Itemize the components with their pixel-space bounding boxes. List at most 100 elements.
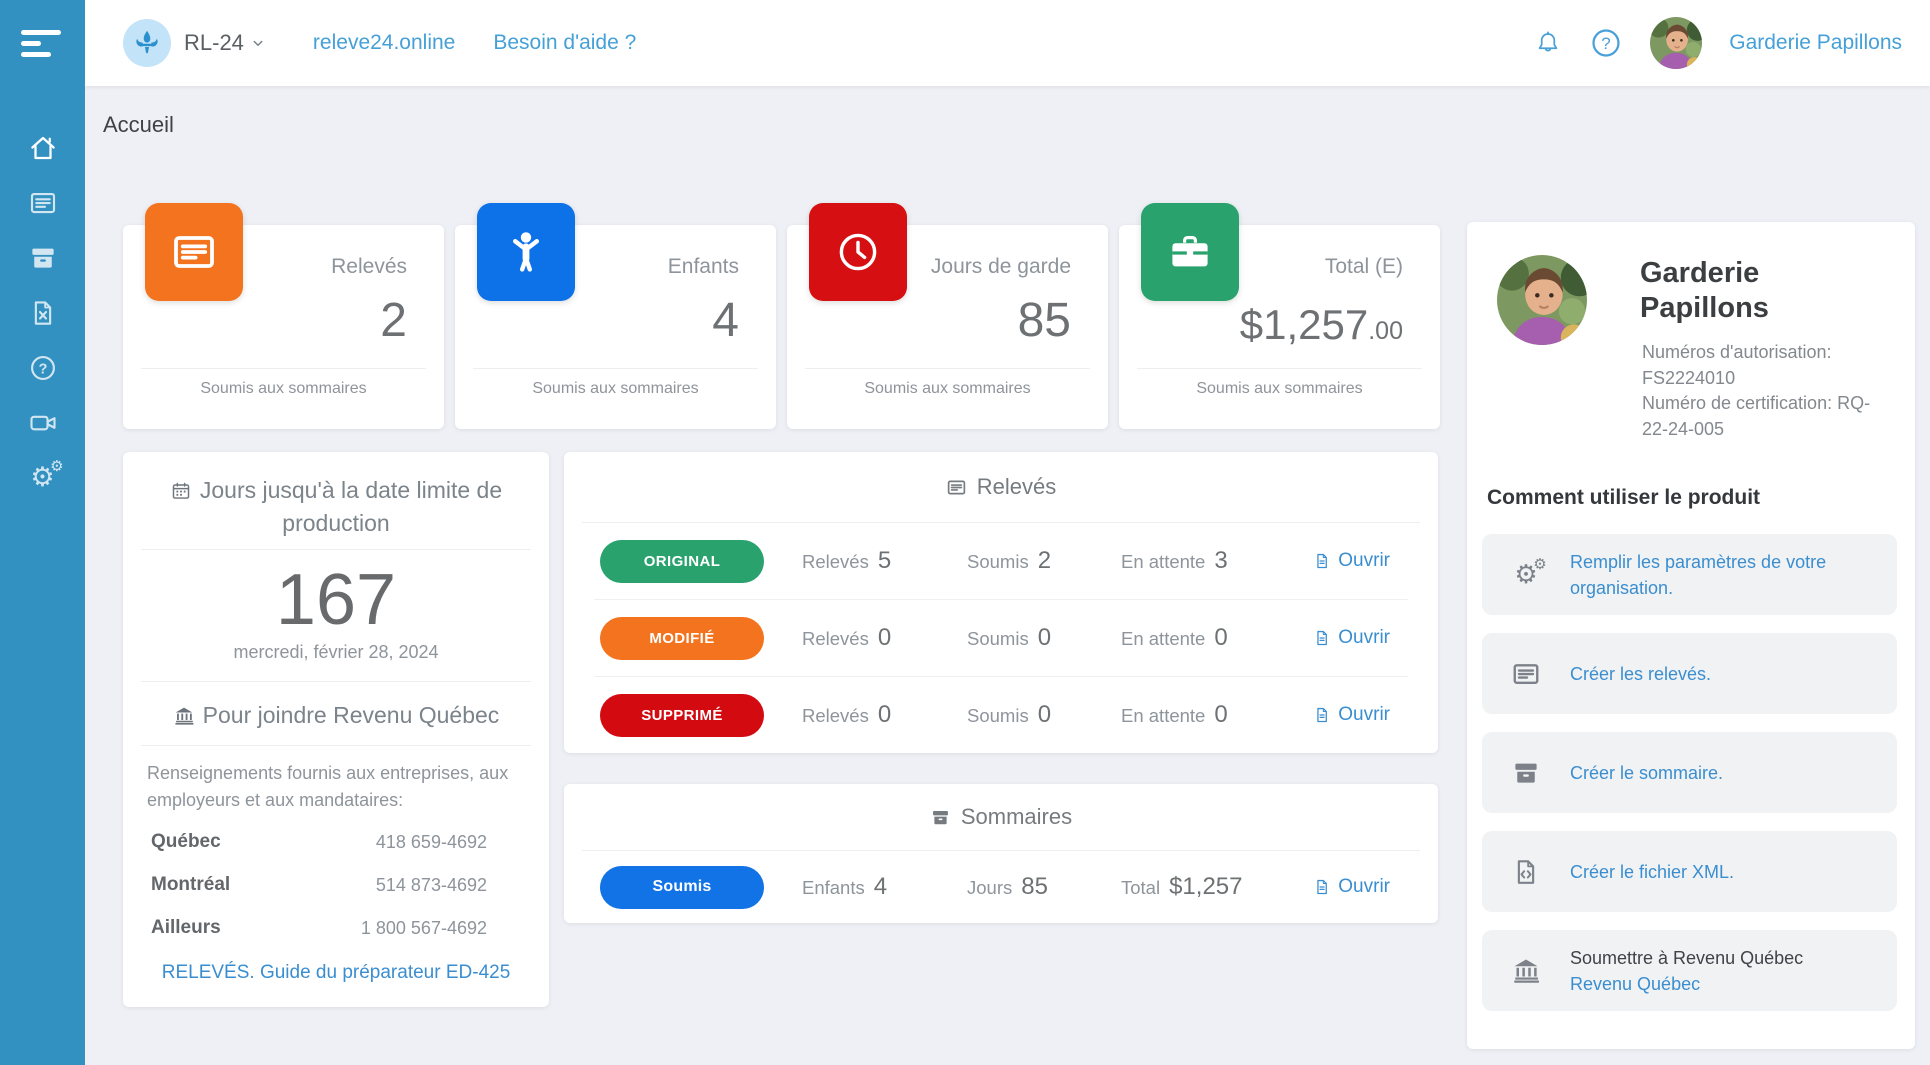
file-text-icon — [1313, 629, 1331, 647]
stat-value: $1,257.00 — [1240, 301, 1403, 349]
sidebar-item-releves[interactable] — [0, 175, 85, 230]
open-link[interactable]: Ouvrir — [1313, 704, 1390, 726]
days-remaining: 167 — [123, 562, 549, 640]
status-badge: MODIFIÉ — [600, 617, 764, 660]
stat-card-jours: Jours de garde 85 Soumis aux sommaires — [787, 225, 1108, 429]
open-link[interactable]: Ouvrir — [1313, 550, 1390, 572]
file-text-icon — [1313, 878, 1331, 896]
stat-footer: Soumis aux sommaires — [455, 380, 776, 398]
step-link[interactable]: Créer le fichier XML. — [1570, 862, 1734, 882]
step-text: Soumettre à Revenu Québec — [1570, 948, 1803, 968]
phone-region: Ailleurs — [151, 917, 221, 939]
file-text-icon — [1313, 706, 1331, 724]
status-badge: SUPPRIMÉ — [600, 694, 764, 737]
breadcrumb: Accueil — [103, 112, 174, 138]
sidebar-item-aide[interactable] — [0, 340, 85, 395]
step-creer-sommaire[interactable]: Créer le sommaire. — [1482, 732, 1897, 813]
howto-title: Comment utiliser le produit — [1487, 486, 1760, 510]
certification-number: Numéro de certification: RQ-22-24-005 — [1642, 391, 1894, 442]
cell-soumis: Soumis0 — [967, 624, 1121, 652]
divider — [141, 368, 426, 369]
divider — [1137, 368, 1422, 369]
divider — [141, 745, 531, 746]
cell-total: Total$1,257 — [1121, 873, 1291, 901]
fleur-de-lis-icon — [133, 29, 161, 57]
calendar-icon — [170, 480, 192, 502]
sidebar-item-sommaires[interactable] — [0, 230, 85, 285]
stat-footer: Soumis aux sommaires — [787, 380, 1108, 398]
revenu-quebec-link[interactable]: Revenu Québec — [1570, 974, 1700, 994]
file-text-icon — [1313, 552, 1331, 570]
account-name[interactable]: Garderie Papillons — [1729, 31, 1902, 55]
cell-enfants: Enfants4 — [802, 873, 967, 901]
bank-icon — [173, 705, 195, 727]
step-soumettre[interactable]: Soumettre à Revenu Québec Revenu Québec — [1482, 930, 1897, 1011]
stat-value: 2 — [380, 293, 407, 348]
stat-label: Jours de garde — [931, 255, 1071, 279]
phone-row: Montréal 514 873-4692 — [123, 864, 549, 907]
notifications-button[interactable] — [1534, 29, 1562, 57]
releve-form-icon — [946, 477, 967, 498]
step-creer-releves[interactable]: Créer les relevés. — [1482, 633, 1897, 714]
product-selector[interactable]: RL-24 — [184, 30, 244, 56]
open-link[interactable]: Ouvrir — [1313, 627, 1390, 649]
guide-link[interactable]: RELEVÉS. Guide du préparateur ED-425 — [123, 962, 549, 984]
releves-panel: Relevés ORIGINAL Relevés5 Soumis2 En att… — [564, 452, 1438, 753]
stat-footer: Soumis aux sommaires — [123, 380, 444, 398]
cell-releves: Relevés5 — [802, 547, 967, 575]
stat-value: 85 — [1018, 293, 1071, 348]
step-link[interactable]: Créer le sommaire. — [1570, 763, 1723, 783]
help-button[interactable] — [1589, 26, 1623, 60]
step-creer-xml[interactable]: Créer le fichier XML. — [1482, 831, 1897, 912]
cell-releves: Relevés0 — [802, 624, 967, 652]
stat-card-releves: Relevés 2 Soumis aux sommaires — [123, 225, 444, 429]
phone-number: 514 873-4692 — [376, 875, 487, 896]
settings-gears-icon: ⚙⚙ — [1482, 562, 1570, 588]
stat-footer: Soumis aux sommaires — [1119, 380, 1440, 398]
settings-gears-icon: ⚙⚙ — [30, 464, 54, 491]
account-avatar[interactable] — [1650, 17, 1702, 69]
step-parametres[interactable]: ⚙⚙ Remplir les paramètres de votre organ… — [1482, 534, 1897, 615]
divider — [473, 368, 758, 369]
cell-soumis: Soumis0 — [967, 701, 1121, 729]
app-window: ⚙⚙ RL-24 releve24.online Besoin d'aide ?… — [0, 0, 1930, 1065]
xml-file-icon — [1482, 857, 1570, 887]
cell-jours: Jours85 — [967, 873, 1121, 901]
sommaires-panel: Sommaires Soumis Enfants4 Jours85 Total$… — [564, 784, 1438, 923]
clock-icon — [809, 203, 907, 301]
releve-form-icon — [145, 203, 243, 301]
cell-releves: Relevés0 — [802, 701, 967, 729]
organization-panel: Garderie Papillons Numéros d'autorisatio… — [1467, 222, 1915, 1049]
releves-panel-title: Relevés — [582, 452, 1420, 523]
sidebar-item-xml[interactable] — [0, 285, 85, 340]
chevron-down-icon[interactable] — [249, 34, 267, 52]
howto-steps: ⚙⚙ Remplir les paramètres de votre organ… — [1482, 534, 1897, 1029]
question-icon — [1589, 26, 1623, 60]
phone-region: Québec — [151, 831, 221, 853]
cell-soumis: Soumis2 — [967, 547, 1121, 575]
sommaires-archive-icon — [930, 807, 951, 828]
open-link[interactable]: Ouvrir — [1313, 876, 1390, 898]
avatar-photo — [1650, 17, 1702, 69]
divider — [141, 549, 531, 550]
step-link[interactable]: Remplir les paramètres de votre organisa… — [1570, 552, 1826, 598]
step-link[interactable]: Créer les relevés. — [1570, 664, 1711, 684]
site-link[interactable]: releve24.online — [313, 31, 455, 55]
sidebar-item-videos[interactable] — [0, 395, 85, 450]
sidebar-item-accueil[interactable] — [0, 120, 85, 175]
app-logo[interactable] — [123, 19, 171, 67]
sidebar-item-parametres[interactable]: ⚙⚙ — [0, 450, 85, 505]
table-row-supprime: SUPPRIMÉ Relevés0 Soumis0 En attente0 Ou… — [594, 676, 1408, 753]
videos-icon — [28, 408, 58, 438]
phone-row: Ailleurs 1 800 567-4692 — [123, 907, 549, 950]
top-header: RL-24 releve24.online Besoin d'aide ? Ga… — [85, 0, 1930, 86]
menu-icon[interactable] — [21, 30, 65, 60]
deadline-title: Jours jusqu'à la date limite de producti… — [123, 474, 549, 540]
stat-card-enfants: Enfants 4 Soumis aux sommaires — [455, 225, 776, 429]
table-row-original: ORIGINAL Relevés5 Soumis2 En attente3 Ou… — [594, 523, 1408, 599]
stat-label: Total (E) — [1325, 255, 1403, 279]
help-link[interactable]: Besoin d'aide ? — [493, 31, 636, 55]
sommaires-archive-icon — [28, 243, 58, 273]
sommaires-archive-icon — [1482, 758, 1570, 788]
briefcase-icon — [1141, 203, 1239, 301]
